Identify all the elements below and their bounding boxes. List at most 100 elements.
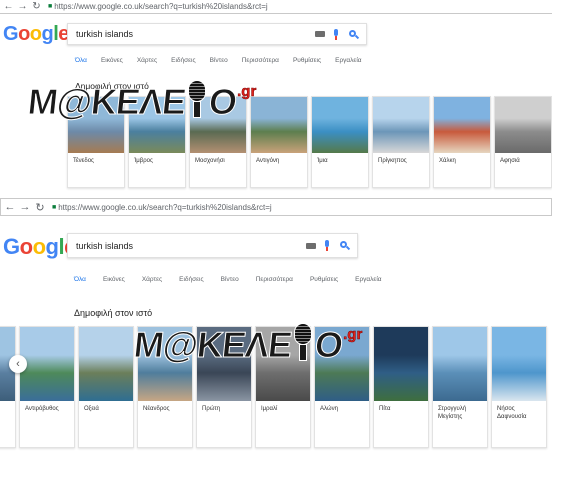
microphone-icon[interactable] <box>333 28 339 40</box>
island-name: Ιμραλί <box>261 406 278 412</box>
google-logo[interactable]: Google <box>3 23 69 46</box>
tab-videos[interactable]: Βίντεο <box>221 276 239 283</box>
chevron-left-icon: ‹ <box>16 358 20 370</box>
search-icon[interactable] <box>340 241 351 251</box>
island-thumbnail[interactable] <box>495 97 551 153</box>
url-text[interactable]: https://www.google.co.uk/search?q=turkis… <box>58 203 271 212</box>
island-card[interactable] <box>0 326 16 448</box>
island-thumbnail[interactable] <box>374 327 428 401</box>
search-box[interactable]: turkish islands <box>67 23 367 45</box>
island-thumbnail[interactable] <box>256 327 310 401</box>
island-card[interactable]: Μοσχονήσι <box>189 96 247 188</box>
lock-icon: ■ <box>52 203 57 211</box>
island-name: Χάλκη <box>439 158 456 164</box>
island-thumbnail[interactable] <box>20 327 74 401</box>
back-arrow-icon[interactable]: ← <box>3 1 14 13</box>
forward-arrow-icon[interactable]: → <box>17 1 28 13</box>
island-name: Ίμβρος <box>134 158 153 164</box>
island-name: Μοσχονήσι <box>195 158 225 164</box>
island-card[interactable]: Στρογγυλή Μεγίστης <box>432 326 488 448</box>
tab-news[interactable]: Ειδήσεις <box>171 57 196 64</box>
island-thumbnail[interactable] <box>190 97 246 153</box>
tab-all[interactable]: Όλα <box>74 276 86 283</box>
island-thumbnail[interactable] <box>197 327 251 401</box>
popular-heading: Δημοφιλή στον ιστό <box>75 81 149 91</box>
island-name: Αφησιά <box>500 158 520 164</box>
island-thumbnail[interactable] <box>433 327 487 401</box>
island-name: Οξειά <box>84 406 99 412</box>
tab-tools[interactable]: Εργαλεία <box>355 276 381 283</box>
island-card[interactable]: Πρώτη <box>196 326 252 448</box>
island-name: Τένεδος <box>73 158 94 164</box>
microphone-icon[interactable] <box>324 240 330 251</box>
island-card[interactable]: Οξειά <box>78 326 134 448</box>
island-thumbnail[interactable] <box>373 97 429 153</box>
forward-arrow-icon[interactable]: → <box>19 201 31 213</box>
tab-all[interactable]: Όλα <box>75 57 87 64</box>
island-card[interactable]: Αφησιά <box>494 96 552 188</box>
tab-maps[interactable]: Χάρτες <box>142 276 162 283</box>
search-input[interactable]: turkish islands <box>68 29 315 39</box>
island-thumbnail[interactable] <box>138 327 192 401</box>
island-name: Πρίγκηπος <box>378 158 407 164</box>
search-icon[interactable] <box>349 29 360 39</box>
back-arrow-icon[interactable]: ← <box>4 201 16 213</box>
island-card[interactable]: Αντιγόνη <box>250 96 308 188</box>
search-box[interactable]: turkish islands <box>67 233 358 258</box>
island-name: Νήσος Δαφνουσία <box>497 406 527 420</box>
google-logo[interactable]: Google <box>3 234 76 260</box>
island-name: Αντιρόβυθος <box>25 406 59 412</box>
island-card[interactable]: Χάλκη <box>433 96 491 188</box>
island-card[interactable]: Πίτα <box>373 326 429 448</box>
island-thumbnail[interactable] <box>492 327 546 401</box>
island-name <box>0 401 15 405</box>
island-carousel: Αντιρόβυθος Οξειά Νέανδρος Πρώτη Ιμραλί Αλώνη… <box>0 326 547 448</box>
search-tabs: Όλα Εικόνες Χάρτες Ειδήσεις Βίντεο Περισ… <box>75 57 362 64</box>
island-card[interactable]: Τένεδος <box>67 96 125 188</box>
island-thumbnail[interactable] <box>434 97 490 153</box>
tab-news[interactable]: Ειδήσεις <box>179 276 204 283</box>
island-card[interactable]: Ιμραλί <box>255 326 311 448</box>
top-browser-panel: ← → ↻ ■ https://www.google.co.uk/search?… <box>0 0 552 196</box>
island-name: Νέανδρος <box>143 406 170 412</box>
island-name: Ίμια <box>317 158 328 164</box>
island-card[interactable]: Πρίγκηπος <box>372 96 430 188</box>
tab-settings[interactable]: Ρυθμίσεις <box>293 57 321 64</box>
tab-maps[interactable]: Χάρτες <box>137 57 157 64</box>
island-card[interactable]: Αλώνη <box>314 326 370 448</box>
reload-icon[interactable]: ↻ <box>31 1 42 13</box>
island-thumbnail[interactable] <box>68 97 124 153</box>
island-name: Αντιγόνη <box>256 158 280 164</box>
reload-icon[interactable]: ↻ <box>34 201 46 214</box>
keyboard-icon[interactable] <box>306 242 316 249</box>
popular-heading: Δημοφιλή στον ιστό <box>74 308 153 318</box>
island-card[interactable]: Ίμια <box>311 96 369 188</box>
island-thumbnail[interactable] <box>129 97 185 153</box>
keyboard-icon[interactable] <box>315 31 325 37</box>
island-name: Στρογγυλή Μεγίστης <box>438 406 467 420</box>
island-card[interactable]: Νέανδρος <box>137 326 193 448</box>
island-thumbnail[interactable] <box>251 97 307 153</box>
island-name: Πρώτη <box>202 406 221 412</box>
url-text[interactable]: https://www.google.co.uk/search?q=turkis… <box>54 2 267 11</box>
island-thumbnail[interactable] <box>315 327 369 401</box>
tab-settings[interactable]: Ρυθμίσεις <box>310 276 338 283</box>
island-card[interactable]: Αντιρόβυθος <box>19 326 75 448</box>
island-thumbnail[interactable] <box>312 97 368 153</box>
island-thumbnail[interactable] <box>79 327 133 401</box>
tab-tools[interactable]: Εργαλεία <box>335 57 361 64</box>
tab-images[interactable]: Εικόνες <box>103 276 125 283</box>
carousel-prev-button[interactable]: ‹ <box>9 355 27 373</box>
island-name: Πίτα <box>379 406 391 412</box>
lock-icon: ■ <box>48 3 53 10</box>
island-card[interactable]: Ίμβρος <box>128 96 186 188</box>
address-bar: ← → ↻ ■ https://www.google.co.uk/search?… <box>0 198 552 216</box>
tab-images[interactable]: Εικόνες <box>101 57 123 64</box>
tab-more[interactable]: Περισσότερα <box>256 276 293 283</box>
tab-videos[interactable]: Βίντεο <box>210 57 228 64</box>
search-input[interactable]: turkish islands <box>68 241 306 251</box>
search-tabs: Όλα Εικόνες Χάρτες Ειδήσεις Βίντεο Περισ… <box>74 276 382 283</box>
island-name: Αλώνη <box>320 406 338 412</box>
tab-more[interactable]: Περισσότερα <box>242 57 279 64</box>
island-card[interactable]: Νήσος Δαφνουσία <box>491 326 547 448</box>
